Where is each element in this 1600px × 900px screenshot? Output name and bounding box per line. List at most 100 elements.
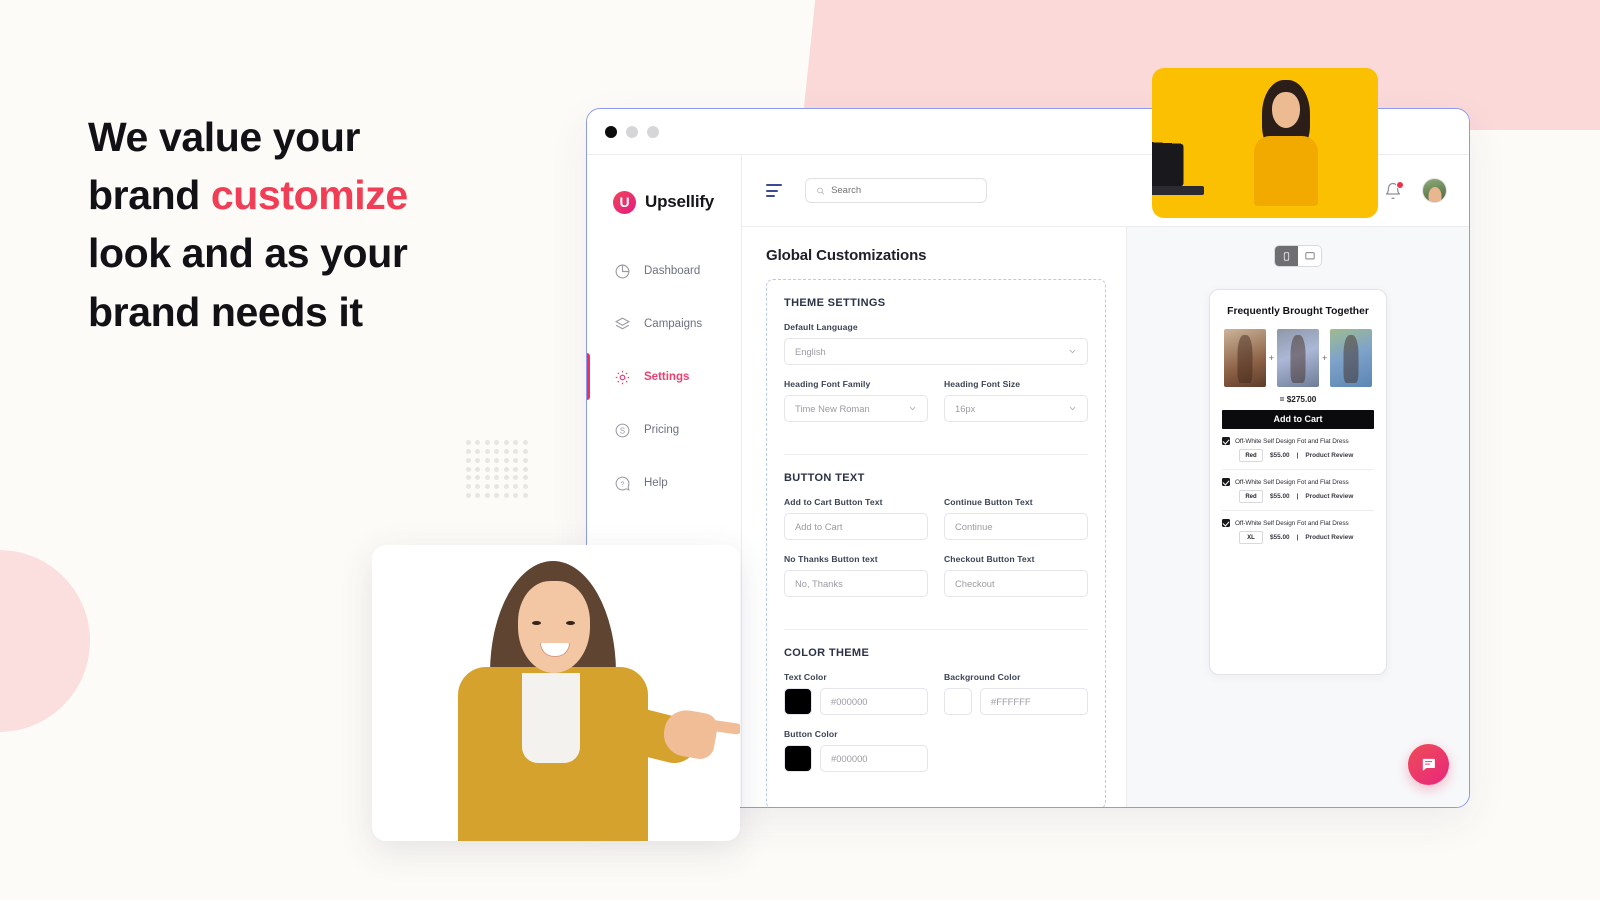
continue-text-input[interactable]: Continue xyxy=(944,513,1088,540)
section-title: BUTTON TEXT xyxy=(784,472,865,484)
sidebar-item-label: Help xyxy=(644,477,668,489)
product-checkbox[interactable] xyxy=(1222,519,1230,527)
background-color-input[interactable]: #FFFFFF xyxy=(980,688,1088,715)
page-headline: We value your brand customize look and a… xyxy=(88,108,508,341)
plus-separator: + xyxy=(1268,353,1274,363)
field-label: Background Color xyxy=(944,672,1021,682)
window-minimize-dot[interactable] xyxy=(626,125,638,138)
photo-laptop xyxy=(1152,139,1210,198)
meta-separator: | xyxy=(1296,534,1299,541)
photo-smile xyxy=(540,643,570,657)
heading-font-size-select[interactable]: 16px xyxy=(944,395,1088,422)
color-row-1: Text Color #000000 Background Color #FFF… xyxy=(784,672,1088,729)
field-heading-font-family: Heading Font Family Time New Roman xyxy=(784,379,928,422)
product-checkbox[interactable] xyxy=(1222,478,1230,486)
product-review-link[interactable]: Product Review xyxy=(1305,534,1353,541)
photo-woman-pointing xyxy=(372,545,740,841)
sidebar-item-settings[interactable]: Settings xyxy=(587,353,741,400)
background-dot-grid xyxy=(466,440,532,502)
window-close-dot[interactable] xyxy=(605,125,617,138)
add-to-cart-text-input[interactable]: Add to Cart xyxy=(784,513,928,540)
preview-add-to-cart-button[interactable]: Add to Cart xyxy=(1222,410,1374,429)
search-icon xyxy=(817,187,825,195)
content-area: Global Customizations THEME SETTINGS Def… xyxy=(742,227,1469,807)
avatar[interactable] xyxy=(1422,178,1447,203)
text-color-input[interactable]: #000000 xyxy=(820,688,928,715)
sidebar-item-dashboard[interactable]: Dashboard xyxy=(587,253,741,289)
settings-panel: Global Customizations THEME SETTINGS Def… xyxy=(742,227,1126,807)
field-label: Add to Cart Button Text xyxy=(784,497,883,507)
brand-mark-icon: U xyxy=(613,190,636,214)
mobile-view-button[interactable] xyxy=(1275,246,1298,266)
svg-text:?: ? xyxy=(621,480,625,488)
field-add-to-cart-text: Add to Cart Button Text Add to Cart xyxy=(784,497,928,540)
product-image[interactable] xyxy=(1277,329,1319,387)
photo-person xyxy=(1248,80,1324,206)
field-label: Heading Font Family xyxy=(784,379,871,389)
phone-icon xyxy=(1283,251,1290,261)
window-maximize-dot[interactable] xyxy=(647,125,659,138)
background-pink-circle xyxy=(0,550,90,732)
brand-logo[interactable]: U Upsellify xyxy=(587,155,741,227)
pie-chart-icon xyxy=(614,263,631,280)
product-image[interactable] xyxy=(1330,329,1373,387)
default-language-select[interactable]: English xyxy=(784,338,1088,365)
photo-eye xyxy=(532,621,541,625)
field-checkout-text: Checkout Button Text Checkout xyxy=(944,554,1088,611)
sidebar-item-pricing[interactable]: S Pricing xyxy=(587,412,741,448)
product-review-link[interactable]: Product Review xyxy=(1305,493,1353,500)
desktop-view-button[interactable] xyxy=(1298,246,1321,266)
field-button-color: Button Color #000000 xyxy=(784,729,928,772)
headline-line-3: look and as your xyxy=(88,230,408,277)
preview-panel: Frequently Brought Together + + = $275.0… xyxy=(1126,227,1469,807)
headline-line-2: brand customize xyxy=(88,166,508,224)
text-color-swatch[interactable] xyxy=(784,688,812,715)
product-variant-badge[interactable]: XL xyxy=(1239,531,1263,544)
product-image[interactable] xyxy=(1223,329,1266,387)
field-heading-font-size: Heading Font Size 16px xyxy=(944,379,1088,436)
photo-shirt xyxy=(522,673,580,763)
button-color-input[interactable]: #000000 xyxy=(820,745,928,772)
widget-title: Frequently Brought Together xyxy=(1227,306,1369,317)
heading-font-family-select[interactable]: Time New Roman xyxy=(784,395,928,422)
chat-icon xyxy=(1422,758,1435,771)
chat-fab-button[interactable] xyxy=(1408,744,1449,785)
field-label: Checkout Button Text xyxy=(944,554,1035,564)
field-label: Continue Button Text xyxy=(944,497,1033,507)
background-color-swatch[interactable] xyxy=(944,688,972,715)
button-text-section: BUTTON TEXT Add to Cart Button Text Add … xyxy=(784,455,1088,630)
field-default-language: Default Language English xyxy=(784,322,1088,365)
list-item: Off-White Self Design Fot and Flat Dress… xyxy=(1222,429,1374,470)
product-price: $55.00 xyxy=(1270,493,1290,500)
headline-line-4: brand needs it xyxy=(88,288,363,335)
main-column: Global Customizations THEME SETTINGS Def… xyxy=(742,155,1469,807)
photo-laptop-lid xyxy=(1152,139,1184,191)
product-review-link[interactable]: Product Review xyxy=(1305,452,1353,459)
product-variant-badge[interactable]: Red xyxy=(1239,490,1263,503)
no-thanks-text-input[interactable]: No, Thanks xyxy=(784,570,928,597)
field-continue-text: Continue Button Text Continue xyxy=(944,497,1088,554)
sidebar-item-label: Campaigns xyxy=(644,318,703,330)
photo-face xyxy=(1272,92,1300,128)
section-title: COLOR THEME xyxy=(784,647,870,659)
button-color-swatch[interactable] xyxy=(784,745,812,772)
hamburger-icon[interactable] xyxy=(766,184,783,197)
sidebar-item-campaigns[interactable]: Campaigns xyxy=(587,306,741,342)
font-row: Heading Font Family Time New Roman Headi… xyxy=(784,379,1088,436)
photo-person xyxy=(452,561,740,841)
product-variant-badge[interactable]: Red xyxy=(1239,449,1263,462)
checkout-text-input[interactable]: Checkout xyxy=(944,570,1088,597)
search-input[interactable] xyxy=(831,185,976,196)
bell-icon[interactable] xyxy=(1384,180,1404,200)
sidebar-item-help[interactable]: ? Help xyxy=(587,465,741,501)
button-text-row-1: Add to Cart Button Text Add to Cart Cont… xyxy=(784,497,1088,554)
layers-icon xyxy=(614,316,631,333)
product-name: Off-White Self Design Fot and Flat Dress xyxy=(1235,519,1349,527)
search-box[interactable] xyxy=(805,178,987,203)
color-row-2: Button Color #000000 xyxy=(784,729,1088,786)
plus-separator: + xyxy=(1322,353,1328,363)
select-value: 16px xyxy=(955,403,976,414)
product-checkbox[interactable] xyxy=(1222,437,1230,445)
select-value: English xyxy=(795,346,826,357)
svg-text:S: S xyxy=(620,426,625,435)
